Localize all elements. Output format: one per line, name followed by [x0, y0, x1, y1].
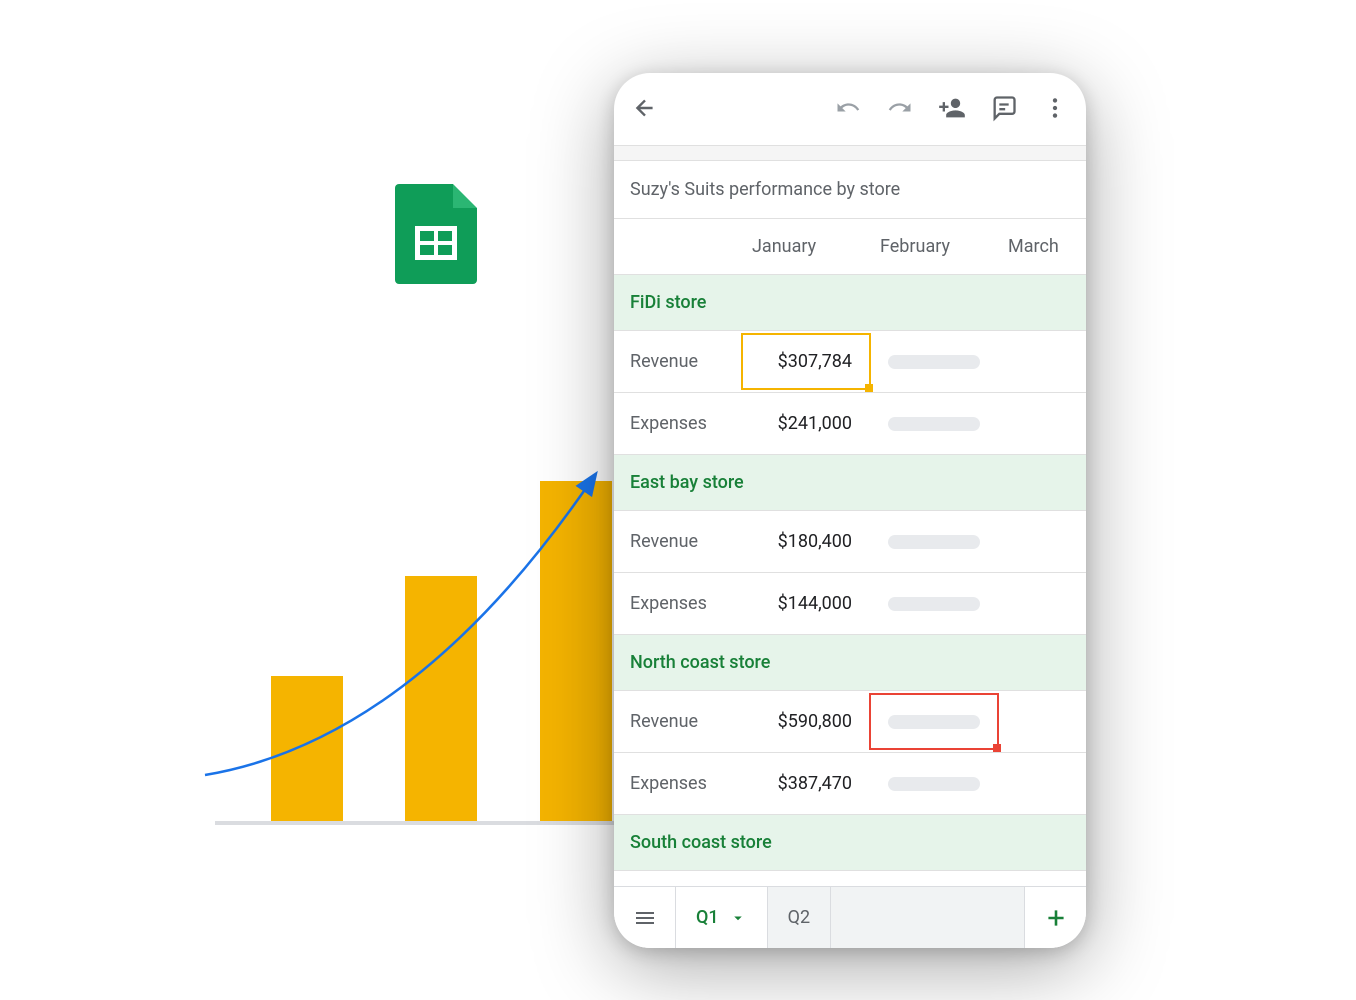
column-header-jan[interactable]: January [742, 219, 870, 274]
spreadsheet-grid[interactable]: Suzy's Suits performance by store Januar… [614, 143, 1086, 871]
cell-placeholder[interactable] [998, 331, 1086, 392]
cell-value[interactable]: $144,000 [742, 573, 870, 634]
data-row[interactable]: Expenses $144,000 [614, 573, 1086, 635]
section-row[interactable]: North coast store [614, 635, 1086, 691]
row-label[interactable]: Revenue [614, 691, 742, 752]
redo-icon[interactable] [886, 94, 914, 122]
cell-placeholder[interactable] [998, 511, 1086, 572]
section-row[interactable]: East bay store [614, 455, 1086, 511]
cell-value[interactable]: $590,800 [742, 691, 870, 752]
section-row[interactable]: South coast store [614, 815, 1086, 871]
data-row[interactable]: Expenses $241,000 [614, 393, 1086, 455]
tab-q1[interactable]: Q1 [676, 887, 768, 948]
cell-placeholder[interactable] [998, 573, 1086, 634]
cell-placeholder[interactable] [870, 753, 998, 814]
add-person-icon[interactable] [938, 94, 966, 122]
phone-mockup: Suzy's Suits performance by store Januar… [614, 73, 1086, 948]
undo-icon[interactable] [834, 94, 862, 122]
sheet-tabs-bar: Q1 Q2 [614, 886, 1086, 948]
column-header-feb[interactable]: February [870, 219, 998, 274]
section-row[interactable]: FiDi store [614, 275, 1086, 331]
row-label[interactable]: Expenses [614, 753, 742, 814]
tab-label: Q2 [788, 907, 811, 928]
column-header-mar[interactable]: March [998, 219, 1086, 274]
cell-placeholder[interactable] [998, 753, 1086, 814]
add-tab-icon[interactable] [1024, 887, 1086, 948]
cell-value[interactable]: $307,784 [742, 331, 870, 392]
back-icon[interactable] [632, 95, 658, 121]
bar-chart-graphic [215, 440, 635, 825]
chevron-down-icon [729, 909, 747, 927]
sheet-title[interactable]: Suzy's Suits performance by store [614, 179, 1086, 200]
row-label[interactable]: Revenue [614, 511, 742, 572]
more-icon[interactable] [1042, 95, 1068, 121]
cell-placeholder[interactable] [870, 393, 998, 454]
cell-value[interactable]: $387,470 [742, 753, 870, 814]
sheets-icon [395, 184, 477, 284]
cell-placeholder[interactable] [998, 393, 1086, 454]
row-label[interactable]: Expenses [614, 393, 742, 454]
cell-value[interactable]: $180,400 [742, 511, 870, 572]
data-row[interactable]: Expenses $387,470 [614, 753, 1086, 815]
tab-label: Q1 [696, 907, 719, 928]
cell-placeholder[interactable] [870, 573, 998, 634]
all-tabs-menu-icon[interactable] [614, 887, 676, 948]
comment-icon[interactable] [990, 94, 1018, 122]
row-label[interactable]: Expenses [614, 573, 742, 634]
data-row[interactable]: Revenue $590,800 [614, 691, 1086, 753]
data-row[interactable]: Revenue $307,784 [614, 331, 1086, 393]
cell-placeholder[interactable] [870, 691, 998, 752]
row-label[interactable]: Revenue [614, 331, 742, 392]
cell-value[interactable]: $241,000 [742, 393, 870, 454]
cell-placeholder[interactable] [870, 331, 998, 392]
cell-placeholder[interactable] [870, 511, 998, 572]
tab-q2[interactable]: Q2 [768, 887, 832, 948]
cell-placeholder[interactable] [998, 691, 1086, 752]
data-row[interactable]: Revenue $180,400 [614, 511, 1086, 573]
app-toolbar [614, 73, 1086, 143]
